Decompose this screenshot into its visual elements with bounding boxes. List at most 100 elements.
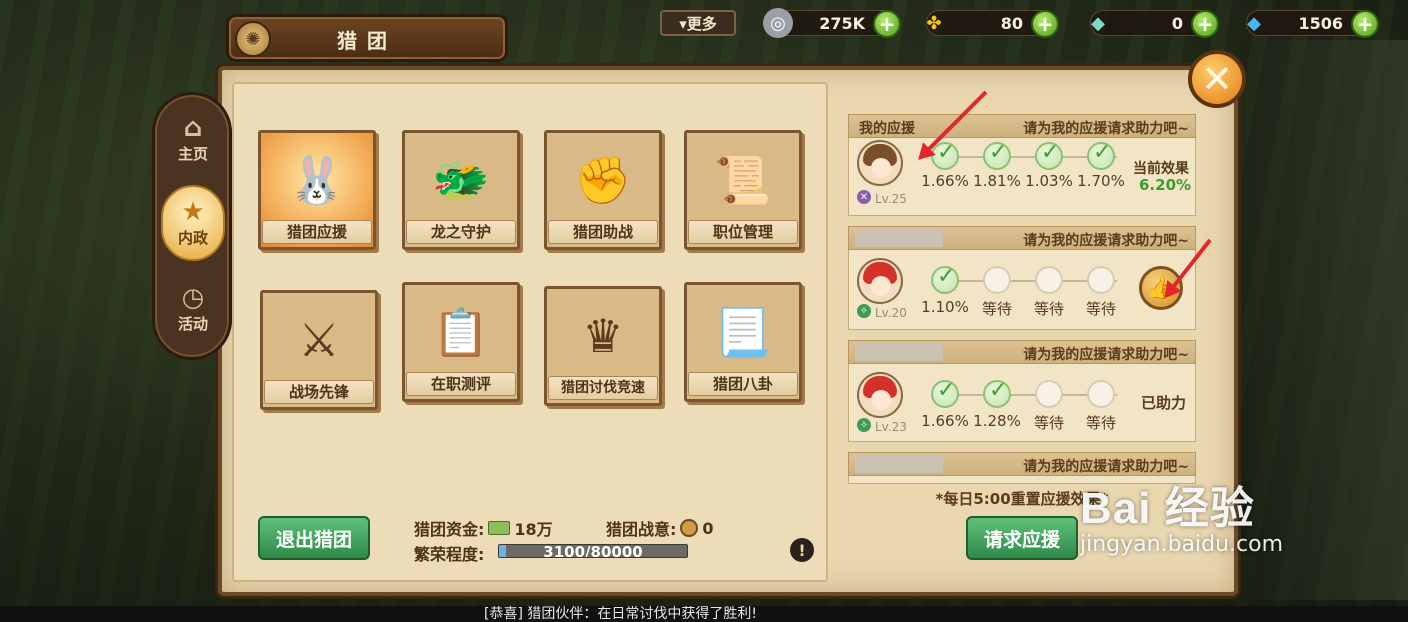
baidu-watermark: Bai 经验 jingyan.baidu.com	[1080, 472, 1283, 557]
close-icon: ✕	[1201, 57, 1233, 101]
add-prism-button[interactable]: +	[1191, 10, 1219, 38]
prosperity-text: 3100/80000	[543, 544, 643, 558]
funds-value: 18万	[514, 520, 553, 539]
info-icon[interactable]: !	[790, 538, 814, 562]
card-guild-raid-race[interactable]: ♛ 猎团讨伐竞速	[544, 286, 662, 406]
redacted-name	[855, 230, 943, 247]
card-guild-assist[interactable]: ✊ 猎团助战	[544, 130, 662, 250]
slot-value: 等待	[1085, 300, 1116, 318]
support-row-mine: ✕ Lv.25 ✓ ✓ ✓ ✓ 1.66% 1.81% 1.03% 1.70% …	[848, 138, 1196, 216]
card-label: 职位管理	[688, 220, 798, 244]
level-label: Lv.20	[875, 306, 907, 320]
blue-diamond-icon: ◆	[1247, 12, 1261, 34]
slot-value: 等待	[981, 300, 1012, 318]
money-icon	[488, 521, 511, 535]
avatar[interactable]	[857, 258, 903, 304]
support-row-title: 我的应援	[859, 121, 915, 137]
support-slot: ✓	[1087, 140, 1115, 170]
card-position-management[interactable]: 📜 职位管理	[684, 130, 802, 250]
prism-resource: ◆ 0 +	[1090, 10, 1219, 38]
redacted-name	[855, 344, 943, 361]
card-label: 猎团应援	[262, 220, 372, 244]
support-slot	[1087, 266, 1115, 294]
exit-guild-button[interactable]: 退出猎团	[258, 516, 370, 560]
slot-value: 等待	[1033, 300, 1064, 318]
card-label: 在职测评	[406, 372, 516, 396]
slot-value: 等待	[1085, 414, 1116, 432]
support-slot: ✓	[983, 378, 1011, 408]
clover-resource: ✤ 80 +	[926, 10, 1059, 38]
slot-value: 1.81%	[973, 172, 1021, 190]
card-dragon-guard[interactable]: 🐲 龙之守护	[402, 130, 520, 250]
clover-icon: ✤	[926, 12, 942, 34]
tab-internal-affairs[interactable]: ★ 内政	[161, 185, 225, 261]
diamond-value: 1506	[1298, 13, 1343, 33]
support-row-member: ✧ Lv.20 ✓ 1.10% 等待 等待 等待 👍	[848, 250, 1196, 330]
side-tabs: ⌂ 主页 ★ 内政 ◷ 活动	[152, 92, 232, 360]
more-button[interactable]: ▾更多	[660, 10, 736, 36]
tab-home-label: 主页	[177, 144, 208, 163]
card-battlefield-vanguard[interactable]: ⚔ 战场先锋	[260, 290, 378, 410]
morale-value: 0	[702, 518, 714, 538]
level-label: Lv.23	[875, 420, 907, 434]
support-row-header: 请为我的应援请求助力吧~	[848, 226, 1196, 250]
support-row-hint: 请为我的应援请求助力吧~	[1023, 121, 1189, 137]
prosperity-label: 繁荣程度:	[414, 545, 485, 564]
support-slot: ✓	[931, 378, 959, 408]
diamond-resource: ◆ 1506 +	[1246, 10, 1379, 38]
effect-label: 当前效果	[1133, 161, 1189, 177]
class-badge-icon: ✧	[857, 304, 871, 318]
card-job-evaluation[interactable]: 📋 在职测评	[402, 282, 520, 402]
slot-value: 1.70%	[1077, 172, 1125, 190]
watermark-url: jingyan.baidu.com	[1080, 532, 1284, 557]
tab-internal-affairs-label: 内政	[177, 228, 208, 247]
support-slot: ✓	[1035, 140, 1063, 170]
redacted-name	[855, 456, 943, 473]
card-guild-support[interactable]: 🐰 猎团应援	[258, 130, 376, 250]
tab-events[interactable]: ◷ 活动	[161, 271, 225, 347]
guild-morale: 猎团战意: 0	[606, 516, 714, 540]
clipboard-quill-icon: 📋	[432, 304, 490, 359]
clover-value: 80	[1000, 13, 1023, 33]
news-ticker: [恭喜] 猎团伙伴：在日常讨伐中获得了胜利!	[0, 606, 1408, 622]
check-icon: ✓	[1041, 140, 1060, 165]
check-icon: ✓	[1093, 140, 1112, 165]
slot-value: 1.28%	[973, 412, 1021, 430]
support-slot	[1035, 380, 1063, 408]
slot-value: 等待	[1033, 414, 1064, 432]
card-label: 猎团助战	[548, 220, 658, 244]
morale-icon	[680, 519, 699, 537]
support-row-hint: 请为我的应援请求助力吧~	[1023, 347, 1189, 363]
scroll-magnifier-icon: 📜	[714, 152, 772, 207]
avatar[interactable]	[857, 140, 903, 186]
card-guild-gossip[interactable]: 📃 猎团八卦	[684, 282, 802, 402]
close-button[interactable]: ✕	[1188, 50, 1246, 108]
request-support-button[interactable]: 请求应援	[966, 516, 1078, 560]
rainbow-crystal-icon: ◆	[1091, 12, 1105, 34]
fist-icon: ✊	[574, 152, 632, 207]
tab-home[interactable]: ⌂ 主页	[161, 101, 225, 177]
level-label: Lv.25	[875, 192, 907, 206]
support-row-member: ✧ Lv.23 ✓ ✓ 1.66% 1.28% 等待 等待 已助力	[848, 364, 1196, 442]
add-diamond-button[interactable]: +	[1351, 10, 1379, 38]
support-slot: ✓	[931, 264, 959, 294]
class-badge-icon: ✧	[857, 418, 871, 432]
add-coin-button[interactable]: +	[873, 10, 901, 38]
card-label: 猎团八卦	[688, 372, 798, 396]
support-row-header: 请为我的应援请求助力吧~	[848, 340, 1196, 364]
card-label: 猎团讨伐竞速	[548, 376, 658, 400]
avatar[interactable]	[857, 372, 903, 418]
dragon-icon: 🐲	[432, 152, 490, 207]
prosperity-bar: 3100/80000	[498, 544, 688, 558]
slot-value: 1.10%	[921, 298, 969, 316]
slot-value: 1.03%	[1025, 172, 1073, 190]
add-clover-button[interactable]: +	[1031, 10, 1059, 38]
check-icon: ✓	[937, 378, 956, 403]
card-label: 战场先锋	[264, 380, 374, 404]
slot-value: 1.66%	[921, 172, 969, 190]
prism-value: 0	[1171, 13, 1183, 33]
class-badge-icon: ✕	[857, 190, 871, 204]
gossip-scroll-icon: 📃	[714, 304, 772, 359]
guild-funds: 猎团资金: 18万	[414, 516, 553, 540]
card-label: 龙之守护	[406, 220, 516, 244]
